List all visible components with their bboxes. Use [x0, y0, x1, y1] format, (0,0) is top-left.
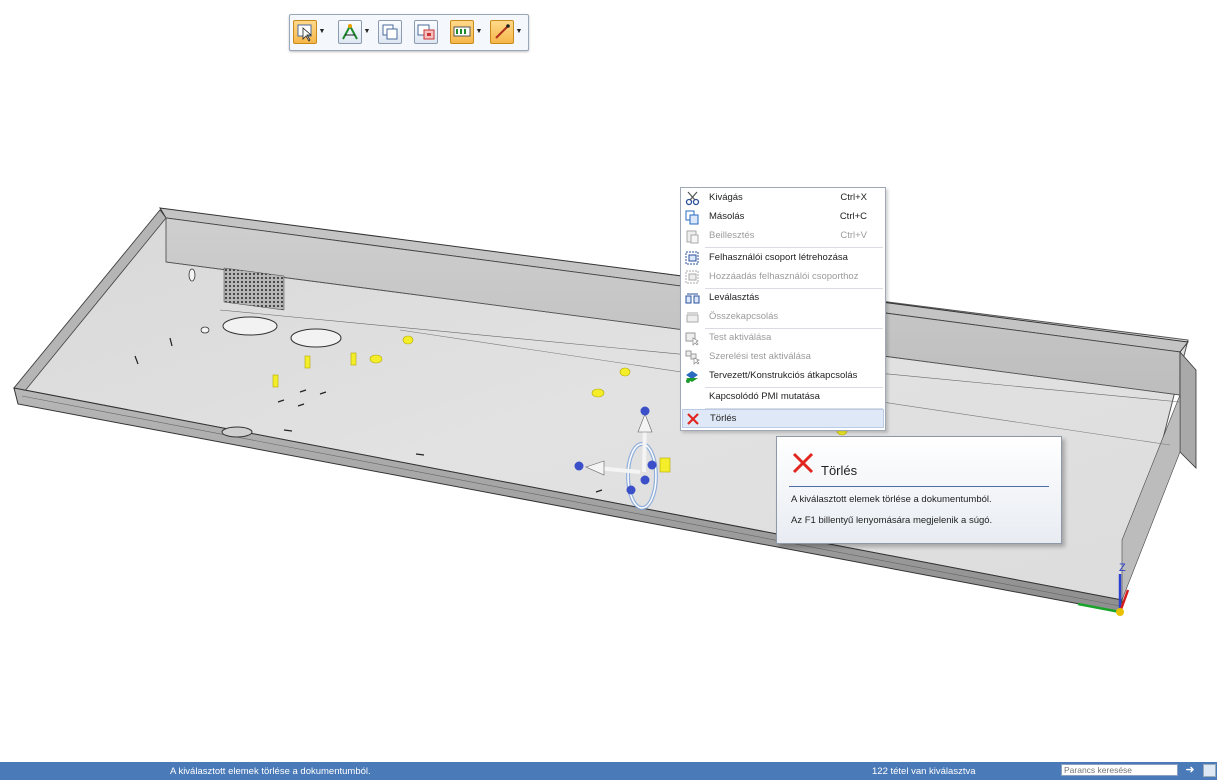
- tooltip-help-text: Az F1 billentyű lenyomására megjelenik a…: [791, 515, 993, 526]
- status-bar: A kiválasztott elemek törlése a dokument…: [0, 762, 1217, 780]
- menu-item-delete[interactable]: Törlés: [682, 409, 884, 428]
- command-finder-icon[interactable]: [1203, 764, 1216, 777]
- menu-item-activate-body[interactable]: Test aktiválása: [682, 329, 884, 348]
- menu-item-shortcut: Ctrl+X: [840, 192, 867, 203]
- selection-count: 122 tétel van kiválasztva: [872, 766, 976, 777]
- tooltip-description: A kiválasztott elemek törlése a dokument…: [791, 494, 992, 505]
- menu-item-label: Másolás: [709, 211, 745, 222]
- menu-item-label: Tervezett/Konstrukciós átkapcsolás: [709, 370, 858, 381]
- detach-icon: [685, 291, 700, 306]
- paste-icon: [685, 229, 700, 244]
- delete-icon: [791, 451, 815, 480]
- attach-icon: [685, 310, 700, 325]
- mini-toolbar: ▼ ▼ ▼ ▼: [289, 14, 529, 51]
- chevron-down-icon[interactable]: ▼: [475, 20, 483, 44]
- menu-item-activate-assembly-body[interactable]: Szerelési test aktiválása: [682, 348, 884, 367]
- menu-item-label: Összekapcsolás: [709, 311, 779, 322]
- menu-item-add-to-user-group[interactable]: Hozzáadás felhasználói csoporthoz: [682, 268, 884, 287]
- menu-item-shortcut: Ctrl+C: [839, 211, 867, 222]
- delete-tooltip: Törlés A kiválasztott elemek törlése a d…: [776, 436, 1062, 544]
- menu-item-cut[interactable]: Kivágás Ctrl+X: [682, 189, 884, 208]
- copy-body-icon: [378, 20, 402, 44]
- menu-item-label: Leválasztás: [709, 292, 760, 303]
- menu-item-label: Test aktiválása: [709, 332, 772, 343]
- z-axis-label: Z: [1119, 562, 1126, 574]
- menu-item-paste[interactable]: Beillesztés Ctrl+V: [682, 227, 884, 246]
- menu-item-design-construction-toggle[interactable]: Tervezett/Konstrukciós átkapcsolás: [682, 367, 884, 386]
- menu-item-copy[interactable]: Másolás Ctrl+C: [682, 208, 884, 227]
- design-construction-toggle-icon: [685, 369, 700, 384]
- menu-item-show-related-pmi[interactable]: Kapcsolódó PMI mutatása: [682, 388, 884, 407]
- chevron-down-icon[interactable]: ▼: [363, 20, 371, 44]
- scissors-icon: [685, 191, 700, 206]
- menu-item-label: Hozzáadás felhasználói csoporthoz: [709, 271, 859, 282]
- menu-item-detach[interactable]: Leválasztás: [682, 289, 884, 308]
- menu-item-create-user-group[interactable]: Felhasználói csoport létrehozása: [682, 249, 884, 268]
- select-arrow-icon: [293, 20, 317, 44]
- activate-body-icon: [685, 331, 700, 346]
- copy-icon: [685, 210, 700, 225]
- menu-item-label: Felhasználói csoport létrehozása: [709, 252, 848, 263]
- menu-item-label: Törlés: [710, 413, 737, 424]
- arrow-right-icon[interactable]: ➜: [1183, 764, 1197, 777]
- menu-item-shortcut: Ctrl+V: [840, 230, 867, 241]
- context-menu: Kivágás Ctrl+X Másolás Ctrl+C Beilleszté…: [680, 187, 886, 431]
- command-search-input[interactable]: [1061, 764, 1178, 776]
- menu-item-label: Szerelési test aktiválása: [709, 351, 811, 362]
- menu-separator: [705, 247, 883, 248]
- create-group-icon: [685, 251, 700, 266]
- delete-icon: [686, 412, 701, 427]
- sheet-metal-tray-model[interactable]: Z: [0, 0, 1217, 762]
- move-body-icon: [414, 20, 438, 44]
- activate-assembly-body-icon: [685, 350, 700, 365]
- tooltip-divider: [789, 486, 1049, 487]
- menu-item-label: Kapcsolódó PMI mutatása: [709, 391, 820, 402]
- menu-item-attach[interactable]: Összekapcsolás: [682, 308, 884, 327]
- menu-item-label: Kivágás: [709, 192, 743, 203]
- 3d-viewport[interactable]: Z: [0, 0, 1217, 762]
- chevron-down-icon[interactable]: ▼: [318, 20, 326, 44]
- tooltip-title: Törlés: [821, 463, 858, 478]
- status-message: A kiválasztott elemek törlése a dokument…: [170, 766, 371, 777]
- menu-item-label: Beillesztés: [709, 230, 755, 241]
- relate-icon: [338, 20, 362, 44]
- add-to-group-icon: [685, 270, 700, 285]
- line-sketch-icon: [490, 20, 514, 44]
- chevron-down-icon[interactable]: ▼: [515, 20, 523, 44]
- pattern-icon: [450, 20, 474, 44]
